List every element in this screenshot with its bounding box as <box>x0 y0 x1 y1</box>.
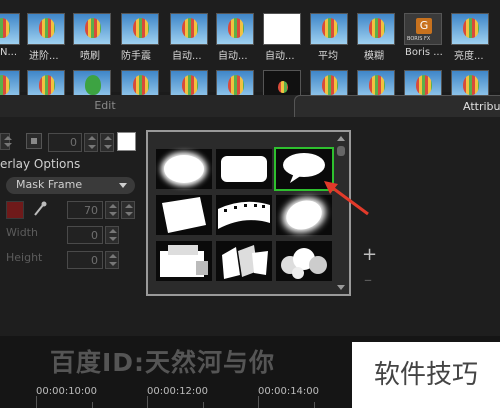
chevron-down-icon <box>119 183 127 188</box>
timecode-label: 00:00:12:00 <box>147 386 209 397</box>
effect-label: 亮度... <box>454 51 484 62</box>
shards-mask-icon <box>222 245 268 279</box>
torn-paper-mask-icon <box>162 197 206 233</box>
effect-label: 模糊 <box>364 51 384 62</box>
ruler-tick <box>92 402 93 408</box>
timecode-label: 00:00:14:00 <box>258 386 320 397</box>
ruler-tick <box>258 396 259 408</box>
watermark-box: 软件技巧 <box>352 342 500 408</box>
effect-thumb-brightness[interactable] <box>451 13 489 45</box>
eyedropper-icon[interactable] <box>33 201 47 217</box>
effect-label: 自动... <box>218 51 248 62</box>
boris-logo-text: BORIS FX <box>407 36 431 42</box>
ruler-tick <box>147 396 148 408</box>
scrollbar-thumb[interactable] <box>337 146 345 156</box>
mask-shape-blocky[interactable] <box>156 241 212 281</box>
mask-type-select[interactable]: Mask Frame <box>6 177 135 194</box>
effect-thumb-boris[interactable]: G BORIS FX <box>404 13 442 45</box>
square-icon <box>31 138 37 144</box>
ruler-tick <box>203 402 204 408</box>
height-input[interactable]: 0 <box>67 251 103 269</box>
effect-thumb-auto-2[interactable] <box>216 13 254 45</box>
ruler-tick <box>36 396 37 408</box>
effect-thumb-n[interactable] <box>0 13 20 45</box>
effect-thumb-average[interactable] <box>310 13 348 45</box>
effect-label: 平均 <box>318 51 338 62</box>
tab-attributes[interactable]: Attribu <box>294 95 500 117</box>
width-input[interactable]: 0 <box>67 226 103 244</box>
effect-label: 自动... <box>172 51 202 62</box>
width-label: Width <box>6 226 38 239</box>
effect-label: 进阶... <box>29 51 59 62</box>
add-button[interactable]: + <box>362 244 377 265</box>
mask-type-select-value: Mask Frame <box>16 178 83 191</box>
mask-color-swatch[interactable] <box>6 201 24 219</box>
height-stepper[interactable] <box>105 251 119 269</box>
mask-shape-ellipse[interactable] <box>156 149 212 189</box>
opacity-stepper[interactable] <box>105 201 119 219</box>
height-label: Height <box>6 251 43 264</box>
opacity-extra-stepper[interactable] <box>121 201 135 219</box>
blocky-mask-icon <box>160 245 208 277</box>
effect-thumb-auto-1[interactable] <box>170 13 208 45</box>
effect-label: Boris ... <box>405 47 443 58</box>
mask-shape-shards[interactable] <box>216 241 272 281</box>
film-strip-mask-icon <box>218 201 270 229</box>
mask-shape-film-strip[interactable] <box>216 195 272 235</box>
frame-color-toggle-button[interactable] <box>26 133 42 149</box>
bubbles-mask-icon <box>281 248 327 279</box>
frame-extra-stepper[interactable] <box>100 133 114 152</box>
timecode-label: 00:00:10:00 <box>36 386 98 397</box>
effect-thumb-auto-3[interactable] <box>263 13 301 45</box>
boris-logo-icon: G <box>416 18 432 34</box>
effects-library-strip: G BORIS FX N... 进阶... 喷刷 防手震 自动... 自动... … <box>0 0 500 102</box>
remove-button[interactable]: – <box>364 270 372 289</box>
width-stepper[interactable] <box>105 226 119 244</box>
overlay-options-heading: erlay Options <box>0 157 81 171</box>
frame-width-stepper[interactable] <box>84 133 98 152</box>
opacity-input[interactable]: 70 <box>67 201 103 219</box>
effect-label: N... <box>0 47 18 58</box>
annotation-arrow <box>324 181 369 216</box>
frame-direction-stepper[interactable] <box>0 133 12 150</box>
effect-thumb-advanced[interactable] <box>27 13 65 45</box>
ruler-tick <box>314 402 315 408</box>
effect-label: 自动... <box>265 51 295 62</box>
rounded-rectangle-mask-icon <box>221 156 267 182</box>
tab-edit[interactable]: Edit <box>0 95 210 117</box>
frame-color-swatch[interactable] <box>117 132 136 151</box>
ellipse-mask-icon <box>164 155 204 183</box>
mask-shape-torn-paper[interactable] <box>156 195 212 235</box>
scroll-up-arrow[interactable] <box>337 136 345 141</box>
effect-label: 防手震 <box>121 51 151 62</box>
effect-label: 喷刷 <box>80 51 100 62</box>
scroll-down-arrow[interactable] <box>337 285 345 290</box>
mask-shape-rounded-rect[interactable] <box>216 149 272 189</box>
watermark-text: 百度ID:天然河与你 <box>50 348 276 377</box>
frame-width-input[interactable]: 0 <box>48 133 82 152</box>
effect-thumb-stabilize[interactable] <box>121 13 159 45</box>
effect-thumb-blur[interactable] <box>357 13 395 45</box>
effect-thumb-brush[interactable] <box>73 13 111 45</box>
mask-shape-bubbles[interactable] <box>276 241 332 281</box>
